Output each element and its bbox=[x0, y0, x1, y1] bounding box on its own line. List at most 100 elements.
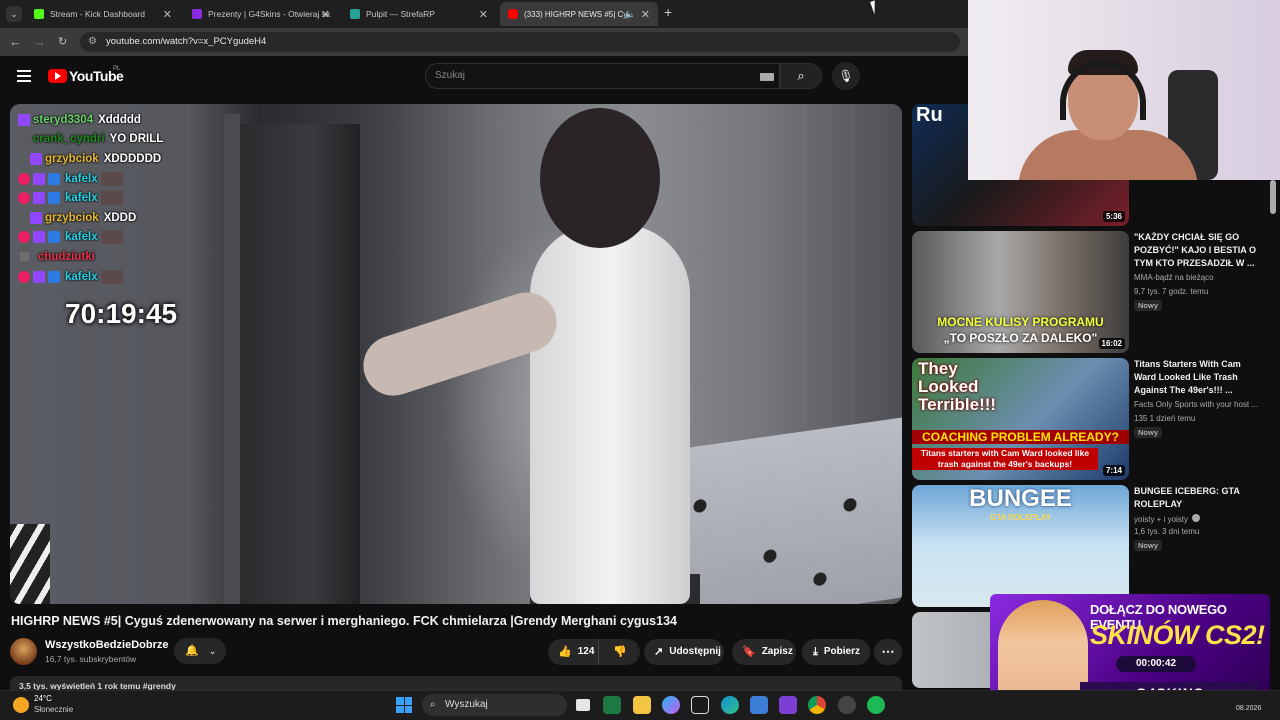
tab-youtube[interactable]: (333) HIGHRP NEWS #5| Cy 🔈 ✕ bbox=[500, 2, 658, 26]
app-icon-2[interactable] bbox=[779, 696, 797, 714]
video-scene-person bbox=[530, 224, 690, 604]
vip-badge-icon bbox=[48, 172, 60, 185]
save-button[interactable]: 🔖 Zapisz bbox=[732, 639, 796, 665]
video-title[interactable]: BUNGEE ICEBERG: GTA ROLEPLAY bbox=[1134, 485, 1259, 511]
more-icon: ⋯ bbox=[881, 644, 895, 659]
tab-kick-dashboard[interactable]: Stream - Kick Dashboard ✕ bbox=[26, 2, 180, 26]
thumbnail-text-3: Titans starters with Cam Ward looked lik… bbox=[912, 448, 1098, 470]
video-scene-stripes bbox=[10, 524, 50, 604]
recommended-video[interactable]: They Looked Terrible!!! COACHING PROBLEM… bbox=[912, 358, 1272, 480]
address-bar-row: ← → ↻ youtube.com/watch?v=x_PCYgudeH4 ⚙ bbox=[0, 28, 970, 56]
site-info-icon[interactable]: ⚙ bbox=[88, 36, 97, 47]
app-icon[interactable] bbox=[691, 696, 709, 714]
emote-icon bbox=[100, 269, 123, 284]
windows-start-icon[interactable] bbox=[396, 697, 412, 713]
search-input[interactable]: Szukaj bbox=[425, 63, 780, 89]
channel-name[interactable]: Facts Only Sports with your host ... bbox=[1134, 400, 1258, 409]
video-thumbnail[interactable]: BUNGEE GTA ROLEPLAY bbox=[912, 485, 1129, 607]
close-tab-icon[interactable]: ✕ bbox=[163, 8, 172, 21]
thumbnail-text: BUNGEE bbox=[969, 485, 1072, 512]
url-field[interactable]: youtube.com/watch?v=x_PCYgudeH4 bbox=[80, 32, 960, 52]
tab-label: Stream - Kick Dashboard bbox=[50, 9, 145, 19]
search-button[interactable]: ⌕ bbox=[780, 63, 822, 89]
subscriber-badge-icon bbox=[30, 152, 42, 165]
video-meta: 9,7 tys. 7 godz. temu bbox=[1134, 287, 1209, 296]
like-count: 124 bbox=[577, 646, 595, 657]
video-player[interactable]: steryd3304 Xddddd crank_cyndri YO DRILL … bbox=[10, 104, 902, 604]
share-button[interactable]: ↗ Udostępnij bbox=[644, 639, 724, 665]
description-box[interactable]: 3,5 tys. wyświetleń 1 rok temu #grendy bbox=[10, 676, 902, 690]
channel-name[interactable]: MMA-bądź na bieżąco bbox=[1134, 273, 1214, 282]
video-title[interactable]: Titans Starters With Cam Ward Looked Lik… bbox=[1134, 358, 1259, 397]
video-thumbnail[interactable]: MOCNE KULISY PROGRAMU „TO POSZŁO ZA DALE… bbox=[912, 231, 1129, 353]
sun-icon[interactable] bbox=[13, 697, 29, 713]
video-thumbnail[interactable]: They Looked Terrible!!! COACHING PROBLEM… bbox=[912, 358, 1129, 480]
taskbar-date[interactable]: 08.2026 bbox=[1236, 705, 1261, 712]
chat-username: kafelx bbox=[65, 172, 98, 185]
bell-icon: 🔔 bbox=[185, 645, 199, 657]
channel-name-text: yoisty + i yoisty bbox=[1134, 515, 1189, 524]
chrome-icon[interactable] bbox=[808, 696, 826, 714]
channel-name[interactable]: yoisty + i yoisty bbox=[1134, 514, 1201, 524]
youtube-logo-icon[interactable] bbox=[48, 69, 67, 83]
app-icon-3[interactable] bbox=[838, 696, 856, 714]
menu-icon[interactable] bbox=[17, 70, 31, 82]
thumbnail-text-2: GTA ROLEPLAY bbox=[989, 513, 1052, 522]
video-duration: 5:36 bbox=[1102, 211, 1125, 222]
windows-taskbar: 24°C Słonecznie Wyszukaj ⌕ 08.2026 bbox=[0, 690, 1280, 720]
dislike-button[interactable]: 👎 bbox=[598, 639, 640, 665]
close-tab-icon[interactable]: ✕ bbox=[321, 8, 330, 21]
video-title: HIGHRP NEWS #5| Cyguś zdenerwowany na se… bbox=[11, 614, 677, 628]
like-button[interactable]: 👍 124 bbox=[548, 639, 598, 665]
back-icon[interactable]: ← bbox=[9, 34, 22, 49]
file-explorer-icon[interactable] bbox=[633, 696, 651, 714]
video-title[interactable]: "KAŻDY CHCIAŁ SIĘ GO POZBYĆ!" KAJO I BES… bbox=[1134, 231, 1259, 270]
thumbnail-text-2: COACHING PROBLEM ALREADY? bbox=[912, 430, 1129, 444]
forward-icon[interactable]: → bbox=[33, 34, 46, 49]
chat-username: kafelx bbox=[65, 192, 98, 205]
webcam-overlay bbox=[968, 0, 1280, 180]
sidebar-scrollbar[interactable] bbox=[1270, 180, 1276, 214]
kick-icon bbox=[34, 9, 44, 19]
recommended-video[interactable]: MOCNE KULISY PROGRAMU „TO POSZŁO ZA DALE… bbox=[912, 231, 1272, 353]
edge-icon[interactable] bbox=[721, 696, 739, 714]
voice-search-button[interactable]: 🎙 bbox=[832, 62, 860, 90]
reload-icon[interactable]: ↻ bbox=[58, 35, 67, 48]
chat-username: kafelx bbox=[65, 270, 98, 283]
chat-message: crank_cyndri YO DRILL bbox=[18, 130, 258, 150]
new-tab-button[interactable]: + bbox=[664, 4, 672, 20]
store-icon[interactable] bbox=[750, 696, 768, 714]
ad-title: SKINÓW CS2! bbox=[1090, 620, 1265, 650]
more-actions-button[interactable]: ⋯ bbox=[874, 639, 902, 665]
tab-g4skins[interactable]: Prezenty | G4Skins - Otwieraj sk ✕ bbox=[184, 2, 338, 26]
channel-avatar[interactable] bbox=[10, 638, 37, 665]
spotify-icon[interactable] bbox=[867, 696, 885, 714]
download-icon: ⤓ bbox=[813, 646, 818, 658]
stream-chat-overlay: steryd3304 Xddddd crank_cyndri YO DRILL … bbox=[18, 110, 258, 286]
emote-icon bbox=[100, 230, 123, 245]
thumbnail-text: They Looked Terrible!!! bbox=[918, 359, 997, 414]
new-badge: Nowy bbox=[1134, 427, 1163, 438]
new-badge: Nowy bbox=[1134, 300, 1163, 311]
speaker-icon[interactable]: 🔈 bbox=[625, 9, 636, 20]
channel-name[interactable]: WszystkoBedzieDobrze bbox=[45, 639, 168, 651]
close-tab-icon[interactable]: ✕ bbox=[479, 8, 488, 21]
recommended-video[interactable]: BUNGEE GTA ROLEPLAY BUNGEE ICEBERG: GTA … bbox=[912, 485, 1272, 607]
taskbar-search-input[interactable]: Wyszukaj bbox=[422, 694, 567, 716]
weather-desc[interactable]: Słonecznie bbox=[34, 705, 73, 714]
weather-temp[interactable]: 24°C bbox=[34, 694, 52, 703]
keyboard-icon[interactable] bbox=[760, 73, 774, 81]
tab-strefarp[interactable]: Pulpit — StrefaRP ✕ bbox=[342, 2, 496, 26]
notification-bell-button[interactable]: 🔔 ⌄ bbox=[174, 638, 226, 664]
excel-icon[interactable] bbox=[603, 696, 621, 714]
copilot-icon[interactable] bbox=[662, 696, 680, 714]
download-button[interactable]: ⤓ Pobierz bbox=[802, 639, 870, 665]
chat-message: kafelx bbox=[18, 228, 258, 248]
emote-icon bbox=[100, 171, 123, 186]
close-tab-icon[interactable]: ✕ bbox=[641, 8, 650, 21]
subscriber-badge-icon bbox=[33, 231, 45, 244]
tab-list-dropdown-icon[interactable]: ⌄ bbox=[6, 6, 22, 22]
chat-username: kafelx bbox=[65, 231, 98, 244]
task-view-icon[interactable] bbox=[576, 699, 590, 711]
strefarp-icon bbox=[350, 9, 360, 19]
